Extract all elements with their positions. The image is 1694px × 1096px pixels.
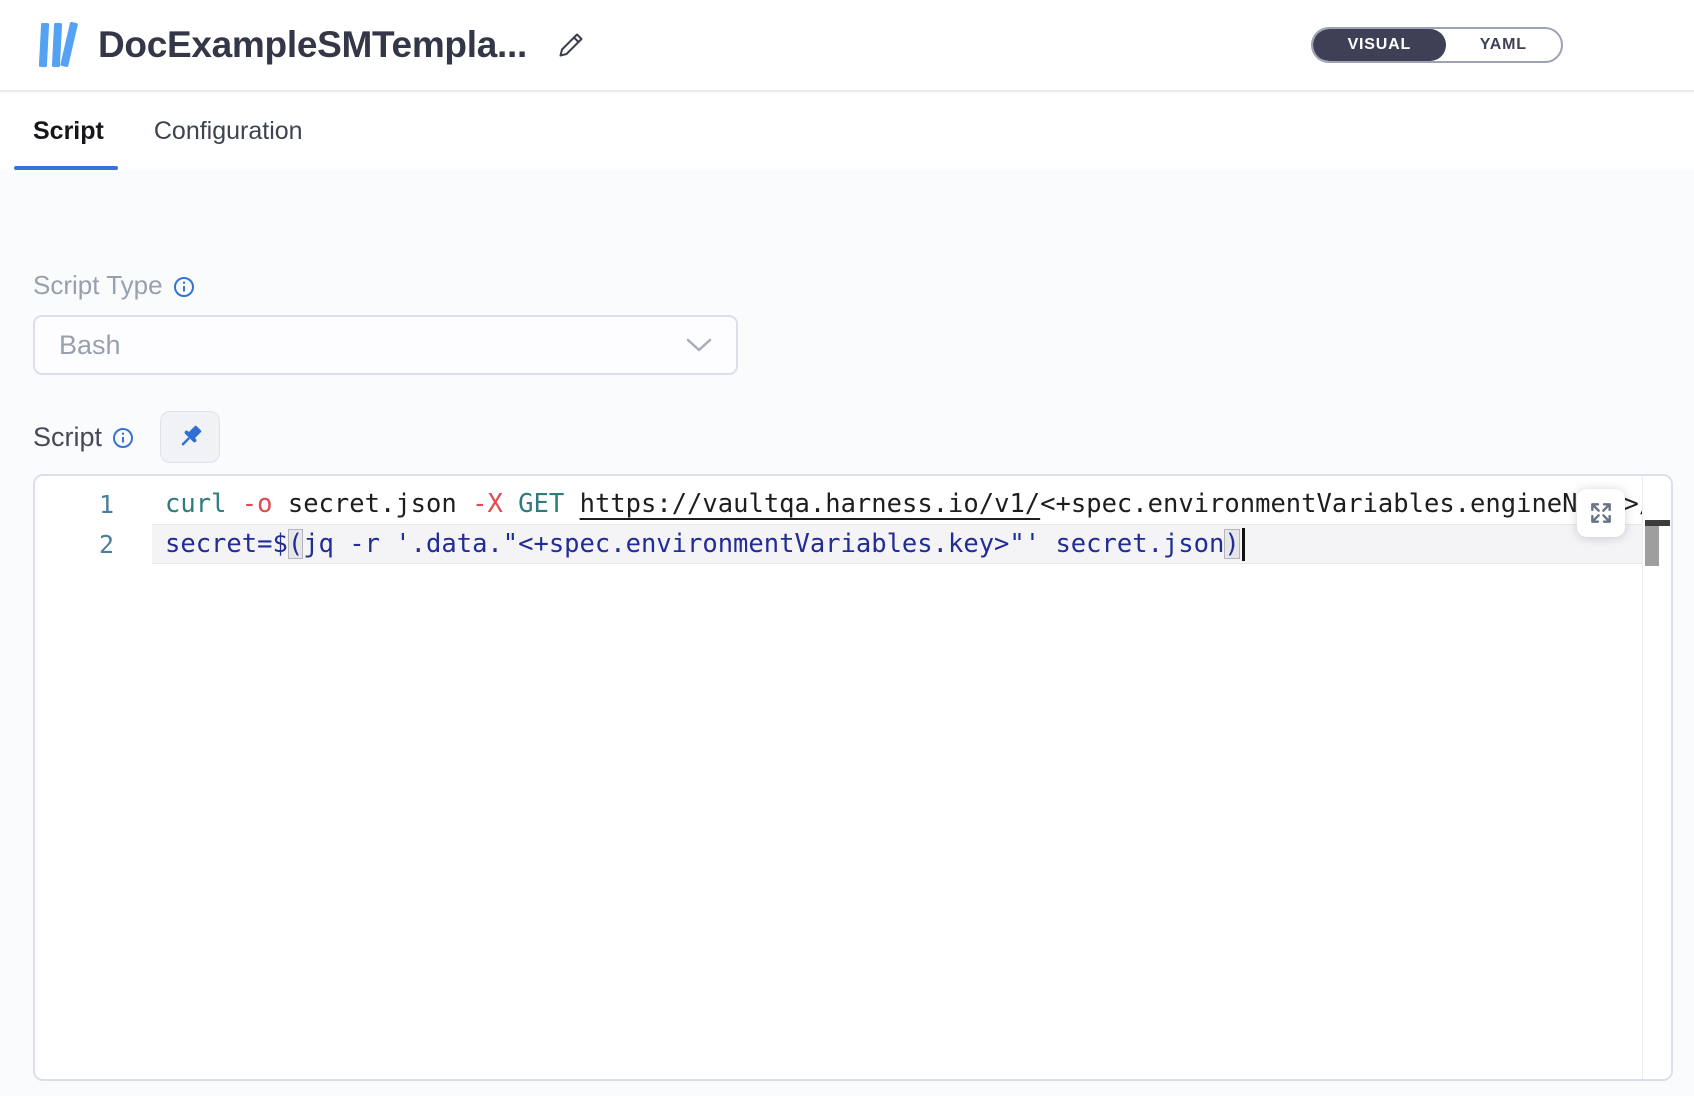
line-number: 2: [35, 530, 165, 559]
template-library-icon: [36, 20, 80, 70]
code-token: ): [1224, 529, 1239, 559]
main-content: Script Type Bash Script: [0, 170, 1694, 1096]
tab-configuration[interactable]: Configuration: [154, 92, 303, 170]
page-title: DocExampleSMTempla...: [98, 24, 527, 66]
script-label-row: Script: [33, 411, 1673, 463]
line-number: 1: [35, 490, 165, 519]
scrollbar-thumb[interactable]: [1645, 526, 1659, 566]
code-token: secret=$: [165, 529, 288, 559]
visual-yaml-toggle: VISUAL YAML: [1311, 27, 1563, 63]
fullscreen-expand-icon: [1588, 500, 1614, 526]
toggle-yaml[interactable]: YAML: [1446, 29, 1561, 61]
script-type-value: Bash: [59, 330, 121, 361]
edit-title-button[interactable]: [555, 29, 587, 61]
code-token: (: [288, 529, 303, 559]
code-line-2[interactable]: 2secret=$(jq -r '.data."<+spec.environme…: [35, 524, 1642, 564]
info-icon[interactable]: [112, 427, 134, 449]
code-token: jq -r '.data."<+spec.environmentVariable…: [303, 529, 1224, 559]
pencil-icon: [555, 29, 587, 61]
editor-scrollbar: [1642, 476, 1671, 1079]
code-lines[interactable]: 1curl -o secret.json -X GET https://vaul…: [35, 476, 1642, 1079]
code-line-1[interactable]: 1curl -o secret.json -X GET https://vaul…: [35, 484, 1642, 524]
script-code-editor[interactable]: 1curl -o secret.json -X GET https://vaul…: [33, 474, 1673, 1081]
script-label: Script: [33, 422, 102, 453]
pin-script-button[interactable]: [160, 411, 220, 463]
code-token: https://vaultqa.harness.io/v1/: [580, 489, 1041, 519]
code-token: curl: [165, 489, 226, 519]
toggle-visual[interactable]: VISUAL: [1313, 29, 1446, 61]
tab-bar: Script Configuration: [0, 92, 1694, 170]
code-token: [226, 489, 241, 519]
code-token: <+spec.environmentVariables.engineName>/: [1040, 489, 1642, 519]
chevron-down-icon: [686, 337, 712, 353]
code-token: [503, 489, 518, 519]
code-text: curl -o secret.json -X GET https://vault…: [152, 484, 1642, 524]
text-caret: [1242, 528, 1245, 561]
script-type-label-row: Script Type: [33, 270, 1673, 301]
code-token: -o: [242, 489, 273, 519]
code-token: -X: [472, 489, 503, 519]
pushpin-icon: [176, 423, 204, 451]
code-token: secret.json: [273, 489, 473, 519]
header: DocExampleSMTempla... VISUAL YAML: [0, 0, 1694, 92]
code-token: GET: [518, 489, 564, 519]
tab-script[interactable]: Script: [33, 92, 104, 170]
script-type-label: Script Type: [33, 270, 163, 301]
script-type-select[interactable]: Bash: [33, 315, 738, 375]
code-token: [564, 489, 579, 519]
info-icon[interactable]: [173, 276, 195, 298]
code-text: secret=$(jq -r '.data."<+spec.environmen…: [152, 524, 1642, 564]
expand-editor-button[interactable]: [1577, 489, 1625, 537]
